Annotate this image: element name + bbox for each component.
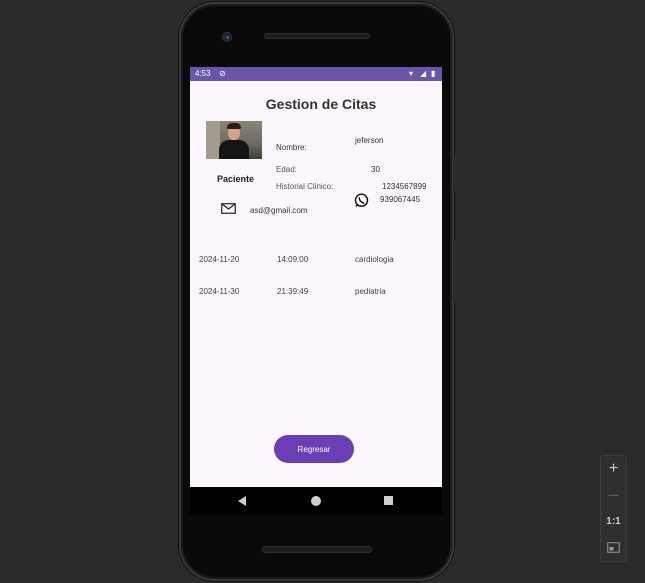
- history-label: Historial Clinico:: [276, 182, 334, 191]
- patient-role-label: Paciente: [217, 174, 255, 184]
- age-value: 30: [371, 165, 380, 174]
- patient-photo: [206, 121, 262, 159]
- zoom-in-button[interactable]: +: [601, 456, 626, 482]
- system-nav-bar: [190, 487, 442, 515]
- email-value: asd@gmail.com: [250, 206, 308, 215]
- zoom-out-button[interactable]: —: [601, 482, 626, 508]
- page-title: Gestion de Citas: [265, 96, 377, 112]
- appointment-date: 2024-11-30: [199, 287, 240, 296]
- battery-icon: ▮: [431, 69, 436, 78]
- email-icon: [221, 203, 236, 214]
- bottom-speaker: [262, 546, 372, 553]
- zoom-reset-button[interactable]: 1:1: [601, 508, 626, 534]
- appointment-time: 21:39:49: [277, 287, 309, 296]
- appointment-specialty: cardiologia: [355, 255, 394, 264]
- whatsapp-icon: [354, 193, 369, 207]
- fit-screen-icon: [607, 541, 620, 553]
- appointment-specialty: pediatria: [355, 287, 386, 296]
- wifi-icon: ▾: [409, 69, 414, 78]
- fit-screen-button[interactable]: [601, 534, 626, 560]
- status-time: 4:53: [195, 69, 211, 78]
- signal-icon: ◢: [420, 69, 427, 78]
- back-button[interactable]: Regresar: [274, 435, 354, 463]
- nav-recents-icon[interactable]: [384, 496, 393, 505]
- history-value: 1234567899: [382, 182, 427, 191]
- age-label: Edad:: [276, 165, 297, 174]
- appointment-date: 2024-11-20: [199, 255, 240, 264]
- zoom-panel: + — 1:1: [600, 455, 627, 562]
- emulator-canvas: 4:53 ⊘ ▾ ◢ ▮ Gestion de Citas Paciente N…: [0, 0, 645, 583]
- top-speaker: [264, 33, 370, 39]
- power-button[interactable]: [453, 155, 457, 191]
- name-value: jeferson: [355, 136, 384, 145]
- nav-home-icon[interactable]: [311, 496, 321, 506]
- front-camera: [222, 32, 232, 42]
- sync-icon: ⊘: [219, 69, 226, 78]
- status-bar: 4:53 ⊘ ▾ ◢ ▮: [190, 67, 442, 81]
- name-label: Nombre:: [276, 143, 307, 152]
- appointment-time: 14:09:00: [277, 255, 309, 264]
- volume-button[interactable]: [453, 240, 457, 302]
- nav-back-icon[interactable]: [238, 496, 246, 506]
- app-screen: 4:53 ⊘ ▾ ◢ ▮ Gestion de Citas Paciente N…: [190, 67, 442, 487]
- phone-value: 939067445: [380, 195, 421, 204]
